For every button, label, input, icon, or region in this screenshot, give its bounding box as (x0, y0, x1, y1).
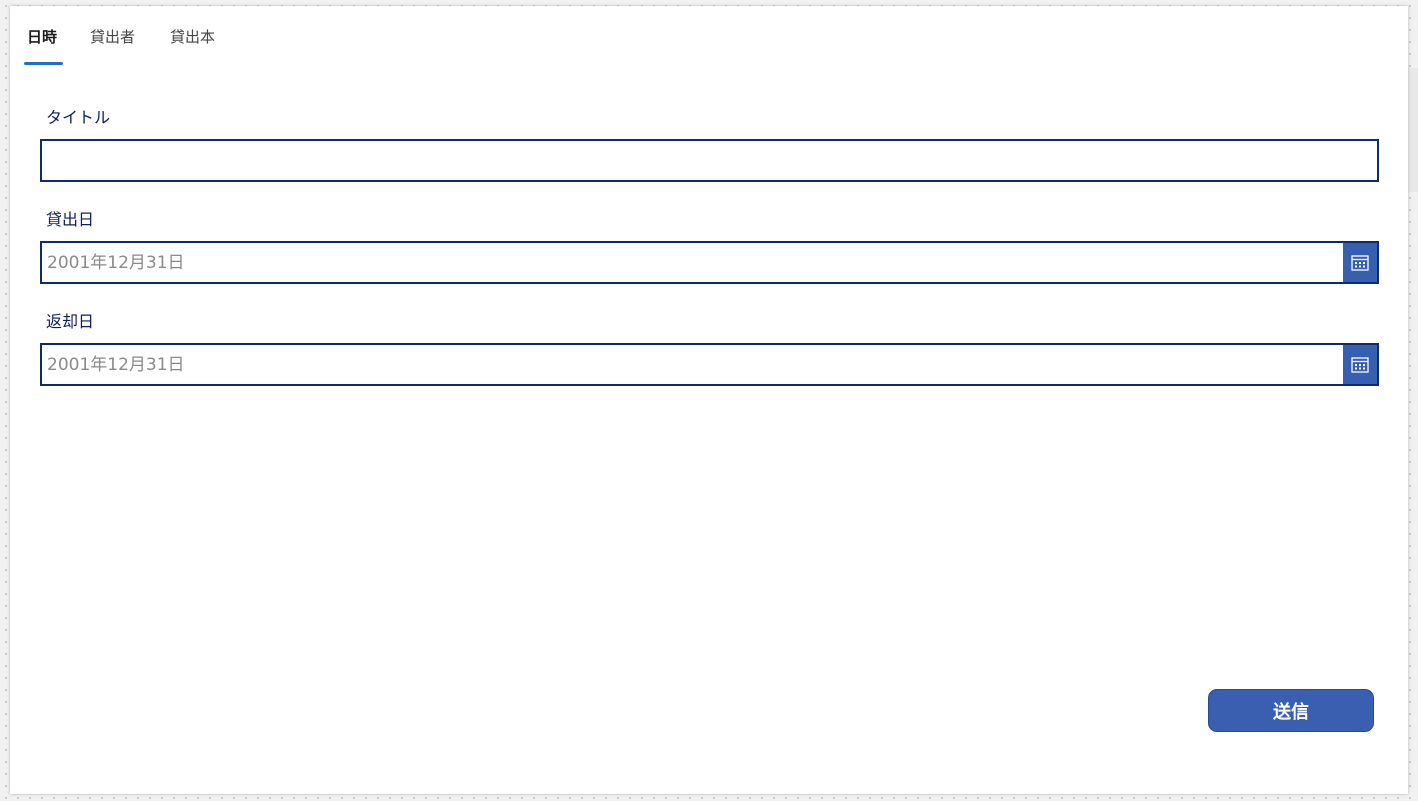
calendar-icon (1351, 356, 1369, 373)
tab-borrower[interactable]: 貸出者 (90, 25, 135, 65)
return-date-label: 返却日 (46, 312, 95, 331)
loan-date-input[interactable] (42, 243, 1340, 282)
loan-date-calendar-button[interactable] (1343, 243, 1377, 282)
background-strip (1408, 68, 1418, 192)
tab-book[interactable]: 貸出本 (170, 25, 215, 65)
title-input[interactable] (40, 139, 1379, 182)
form-card: 日時 貸出者 貸出本 タイトル 貸出日 返却日 (10, 6, 1408, 794)
tab-bar: 日時 貸出者 貸出本 (10, 6, 1408, 66)
return-date-input[interactable] (42, 345, 1340, 384)
tab-datetime[interactable]: 日時 (27, 25, 57, 65)
loan-date-label: 貸出日 (46, 210, 95, 229)
active-tab-indicator (24, 62, 63, 65)
loan-date-picker (40, 241, 1379, 284)
return-date-picker (40, 343, 1379, 386)
title-label: タイトル (46, 108, 111, 127)
calendar-icon (1351, 254, 1369, 271)
submit-button[interactable]: 送信 (1208, 689, 1374, 732)
return-date-calendar-button[interactable] (1343, 345, 1377, 384)
